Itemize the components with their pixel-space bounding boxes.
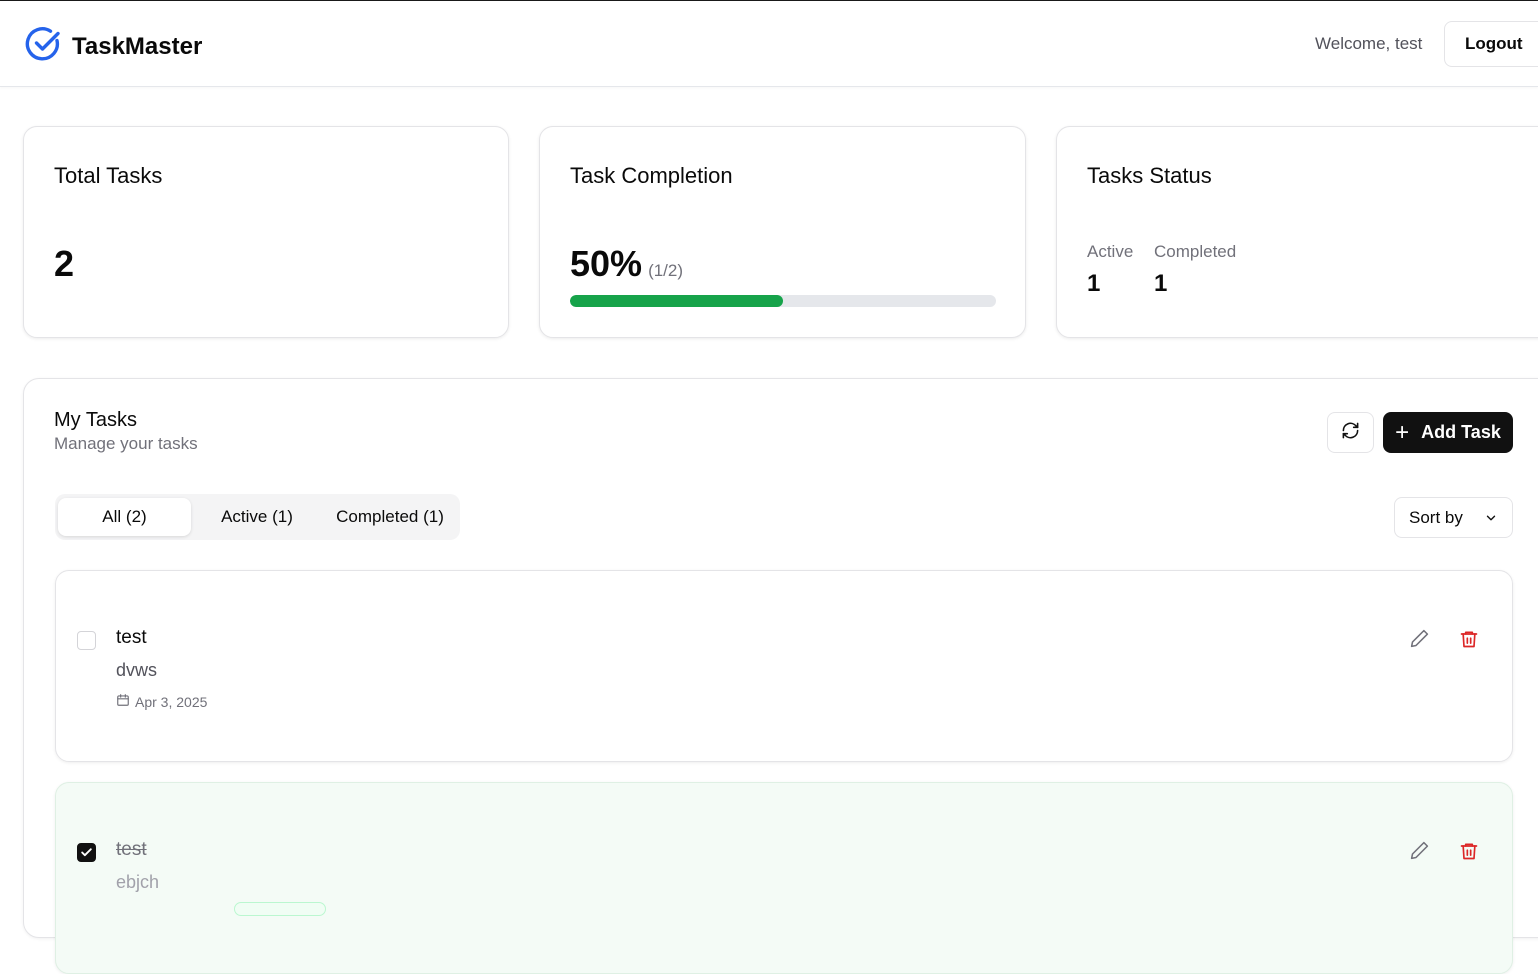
trash-icon [1459,629,1479,654]
sort-by-dropdown[interactable]: Sort by [1394,497,1513,538]
logout-button[interactable]: Logout [1444,21,1538,67]
status-active-label: Active [1087,242,1134,261]
status-completed: Completed 1 [1154,242,1236,298]
add-task-button[interactable]: + Add Task [1383,412,1513,453]
app-logo[interactable]: TaskMaster [24,25,202,68]
task-date-text: Apr 3, 2025 [135,693,208,710]
status-active-value: 1 [1087,270,1101,297]
task-description: ebjch [116,872,160,892]
task-filter-tabs: All (2) Active (1) Completed (1) [55,494,460,540]
completion-percent-value: 50% [570,243,643,284]
app-name: TaskMaster [72,32,203,60]
plus-icon: + [1395,418,1410,446]
sort-by-label: Sort by [1409,507,1463,527]
tab-all[interactable]: All (2) [58,498,191,536]
refresh-button[interactable] [1327,412,1374,453]
status-completed-value: 1 [1154,270,1168,297]
welcome-text: Welcome, test [1315,34,1423,53]
total-tasks-card: Total Tasks 2 [23,126,509,338]
my-tasks-title: My Tasks [54,409,137,431]
total-tasks-value: 2 [54,243,75,284]
total-tasks-title: Total Tasks [54,163,163,188]
pencil-icon [1409,840,1430,866]
edit-task-button[interactable] [1407,841,1431,865]
trash-icon [1459,841,1479,866]
pencil-icon [1409,628,1430,654]
task-checkbox[interactable] [77,843,96,862]
task-title: test [116,627,147,648]
task-item: test ebjch [55,782,1513,974]
my-tasks-subtitle: Manage your tasks [54,434,198,453]
task-title: test [116,839,147,860]
completion-percent: 50% (1/2) [570,243,683,285]
app-header: TaskMaster Welcome, test Logout [0,1,1538,87]
add-task-label: Add Task [1421,422,1501,442]
task-completion-title: Task Completion [570,163,733,188]
my-tasks-panel: My Tasks Manage your tasks + Add Task Al… [23,378,1538,974]
refresh-icon [1341,421,1360,445]
task-description: dvws [116,660,158,680]
edit-task-button[interactable] [1407,629,1431,653]
task-item: test dvws Apr 3, 2025 [55,570,1513,762]
tasks-status-card: Tasks Status Active 1 Completed 1 [1056,126,1538,338]
status-active: Active 1 [1087,242,1133,298]
task-date: Apr 3, 2025 [116,693,207,710]
task-completion-card: Task Completion 50% (1/2) [539,126,1026,338]
tab-active[interactable]: Active (1) [194,498,320,536]
completion-progress-fill [570,295,783,307]
calendar-icon [116,693,135,710]
status-badge [234,902,326,916]
delete-task-button[interactable] [1457,629,1481,653]
task-checkbox[interactable] [77,631,96,650]
tab-completed[interactable]: Completed (1) [323,498,457,536]
tasks-status-title: Tasks Status [1087,163,1212,188]
status-completed-label: Completed [1154,242,1237,261]
completion-progress-bar [570,295,996,307]
delete-task-button[interactable] [1457,841,1481,865]
completion-fraction: (1/2) [648,261,684,280]
check-circle-icon [24,25,62,68]
